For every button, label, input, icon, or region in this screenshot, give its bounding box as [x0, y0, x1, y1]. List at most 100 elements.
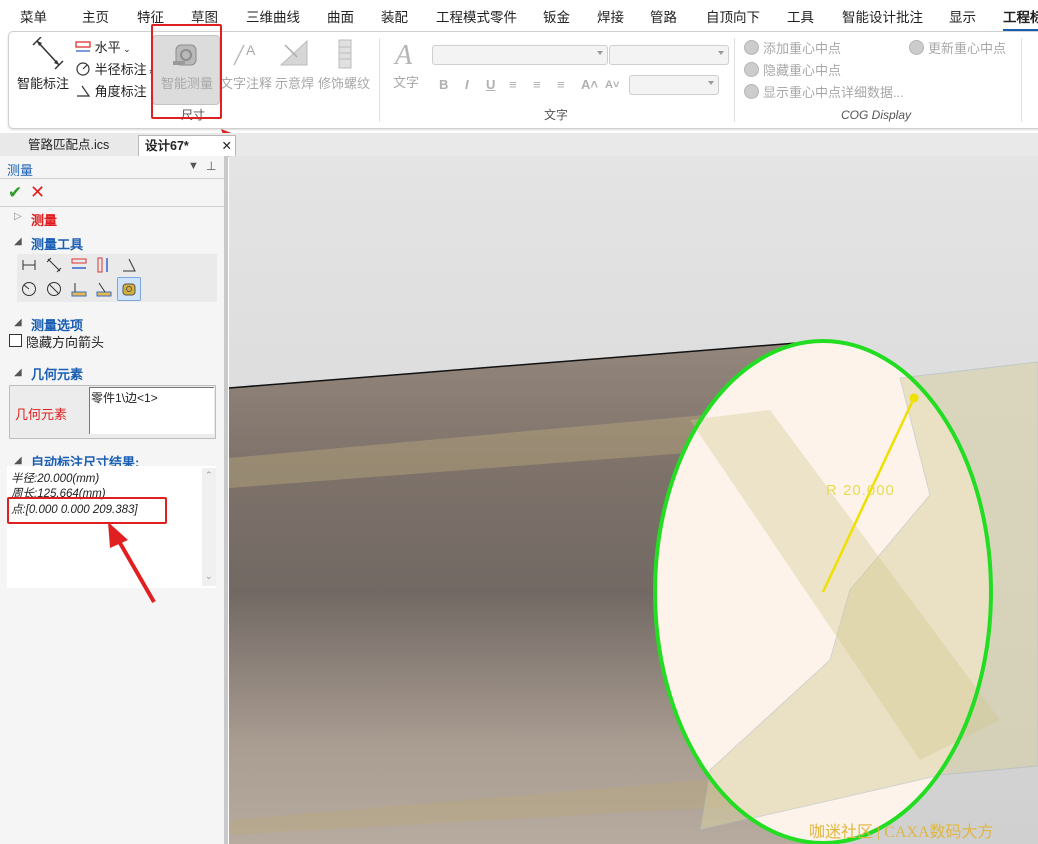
menu-item-weld[interactable]: 焊接: [597, 6, 624, 26]
align-left-button[interactable]: ≡: [509, 77, 517, 92]
font-shrink-button[interactable]: A˅: [605, 79, 619, 91]
expand-arrow-icon[interactable]: ▷: [14, 211, 22, 222]
geometry-list-item[interactable]: 零件1\边<1>: [91, 389, 158, 406]
geometry-section-title[interactable]: 几何元素: [31, 364, 83, 383]
horizontal-tool-icon[interactable]: [71, 257, 87, 273]
menu-item-home[interactable]: 主页: [82, 6, 109, 26]
thread-button[interactable]: 修饰螺纹: [318, 37, 374, 92]
hide-cog-label: 隐藏重心中点: [763, 63, 842, 78]
menu-item-display[interactable]: 显示: [949, 6, 976, 26]
measure-section-title[interactable]: 测量: [31, 210, 57, 229]
font-family-select[interactable]: [432, 45, 608, 65]
menu-item-eng-mode-part[interactable]: 工程模式零件: [436, 6, 517, 26]
distance-tool-icon[interactable]: [21, 257, 37, 273]
diameter-tool-icon[interactable]: [46, 281, 62, 297]
text-style-select[interactable]: [629, 75, 719, 95]
tab-pipe-match-point[interactable]: 管路匹配点.ics: [22, 135, 116, 155]
angle-tool-icon[interactable]: [121, 257, 137, 273]
underline-button[interactable]: U: [486, 77, 495, 92]
3d-viewport[interactable]: R 20.000 咖迷社区 | CAXA数码大方: [229, 156, 1038, 844]
smart-dimension-label: 智能标注: [17, 76, 70, 91]
cog-add-icon: [744, 40, 759, 55]
cog-hide-icon: [744, 62, 759, 77]
italic-button[interactable]: I: [465, 77, 469, 92]
geometry-list[interactable]: 零件1\边<1>: [89, 387, 214, 434]
menu-item-smart-annotation[interactable]: 智能设计批注: [842, 6, 923, 26]
panel-title: 测量: [7, 163, 34, 178]
align-right-button[interactable]: ≡: [557, 77, 565, 92]
text-note-icon: A: [233, 42, 256, 66]
panel-divider: [0, 178, 224, 179]
text-note-button[interactable]: A 文字注释: [220, 37, 273, 92]
menu-item-3d-curve[interactable]: 三维曲线: [246, 6, 300, 26]
collapse-arrow-icon[interactable]: ◢: [14, 455, 22, 466]
align-center-button[interactable]: ≡: [533, 77, 541, 92]
radius-tool-icon[interactable]: [21, 281, 37, 297]
results-scrollbar[interactable]: ⌃ ⌄: [202, 468, 216, 586]
cog-update-icon: [909, 40, 924, 55]
menu-item-feature[interactable]: 特征: [137, 6, 164, 26]
menu-item-top-down[interactable]: 自顶向下: [706, 6, 760, 26]
vertical-tool-icon[interactable]: [96, 257, 112, 273]
radius-label: 半径标注: [94, 62, 147, 77]
confirm-check-icon[interactable]: ✔: [8, 183, 22, 203]
weld-symbol-button[interactable]: 示意焊: [275, 37, 315, 92]
scroll-down-icon[interactable]: ⌄: [205, 571, 213, 582]
radius-endpoint: [909, 393, 919, 403]
thread-label: 修饰螺纹: [318, 76, 371, 91]
panel-divider: [0, 206, 224, 207]
annotation-arrow-down: [108, 522, 156, 603]
smart-dimension-button[interactable]: 智能标注: [17, 37, 77, 92]
menu-item-sketch[interactable]: 草图: [191, 6, 218, 26]
add-cog-label: 添加重心中点: [763, 41, 842, 56]
diagonal-distance-tool-icon[interactable]: [46, 257, 62, 273]
menu-item-menu[interactable]: 菜单: [20, 6, 47, 26]
text-label: 文字: [393, 75, 420, 90]
tab-design-67[interactable]: 设计67* ✕: [138, 135, 236, 156]
panel-dropdown-icon[interactable]: ▼: [188, 160, 199, 172]
collapse-arrow-icon[interactable]: ◢: [14, 317, 22, 328]
area-tool-icon[interactable]: [71, 281, 87, 297]
scroll-up-icon[interactable]: ⌃: [205, 470, 213, 481]
weld-symbol-label: 示意焊: [275, 76, 315, 91]
text-note-label: 文字注释: [220, 76, 273, 91]
group-cog-label: COG Display: [841, 108, 912, 122]
font-grow-button[interactable]: A˄: [581, 77, 598, 92]
close-tab-icon[interactable]: ✕: [222, 136, 232, 156]
menu-item-surface[interactable]: 曲面: [327, 6, 354, 26]
angle-label: 角度标注: [94, 84, 147, 99]
show-cog-detail-button[interactable]: 显示重心中点详细数据...: [744, 82, 904, 101]
angle-dimension-button[interactable]: 角度标注: [75, 81, 147, 100]
weld-symbol-icon: [279, 39, 308, 66]
font-size-select[interactable]: [609, 45, 729, 65]
pin-icon[interactable]: ⊥: [206, 159, 216, 173]
volume-tool-icon[interactable]: [96, 281, 112, 297]
horizontal-dimension-icon: [75, 41, 91, 52]
text-button[interactable]: A 文字: [391, 40, 427, 95]
menu-item-tools[interactable]: 工具: [787, 6, 814, 26]
menu-item-sheet-metal[interactable]: 钣金: [543, 6, 570, 26]
radius-dimension-button[interactable]: 半径标注 ›: [75, 59, 152, 78]
bold-button[interactable]: B: [439, 77, 448, 92]
group-text-label: 文字: [544, 108, 569, 122]
show-cog-detail-label: 显示重心中点详细数据...: [763, 85, 904, 100]
update-cog-button[interactable]: 更新重心中点: [909, 38, 1006, 57]
hide-cog-button[interactable]: 隐藏重心中点: [744, 60, 841, 79]
collapse-arrow-icon[interactable]: ◢: [14, 236, 22, 247]
hide-arrow-checkbox[interactable]: [9, 334, 22, 347]
radius-dimension-icon: [76, 62, 90, 76]
menu-item-engineering-annotation[interactable]: 工程标: [1003, 6, 1038, 31]
tools-section-title[interactable]: 测量工具: [31, 234, 83, 253]
menu-item-assembly[interactable]: 装配: [381, 6, 408, 26]
collapse-arrow-icon[interactable]: ◢: [14, 367, 22, 378]
horizontal-dimension-button[interactable]: 水平 ⌄: [75, 37, 131, 56]
smart-measure-tool-button[interactable]: [117, 277, 141, 301]
menu-item-piping[interactable]: 管路: [650, 6, 677, 26]
watermark-text: 咖迷社区 | CAXA数码大方: [809, 824, 994, 841]
add-cog-button[interactable]: 添加重心中点: [744, 38, 841, 57]
measure-tools-grid: [17, 254, 217, 302]
cancel-x-icon[interactable]: ✕: [30, 182, 45, 203]
text-a-icon: A: [395, 40, 413, 71]
highlight-box-smart-measure: [151, 24, 222, 119]
ribbon-separator: [379, 38, 380, 122]
